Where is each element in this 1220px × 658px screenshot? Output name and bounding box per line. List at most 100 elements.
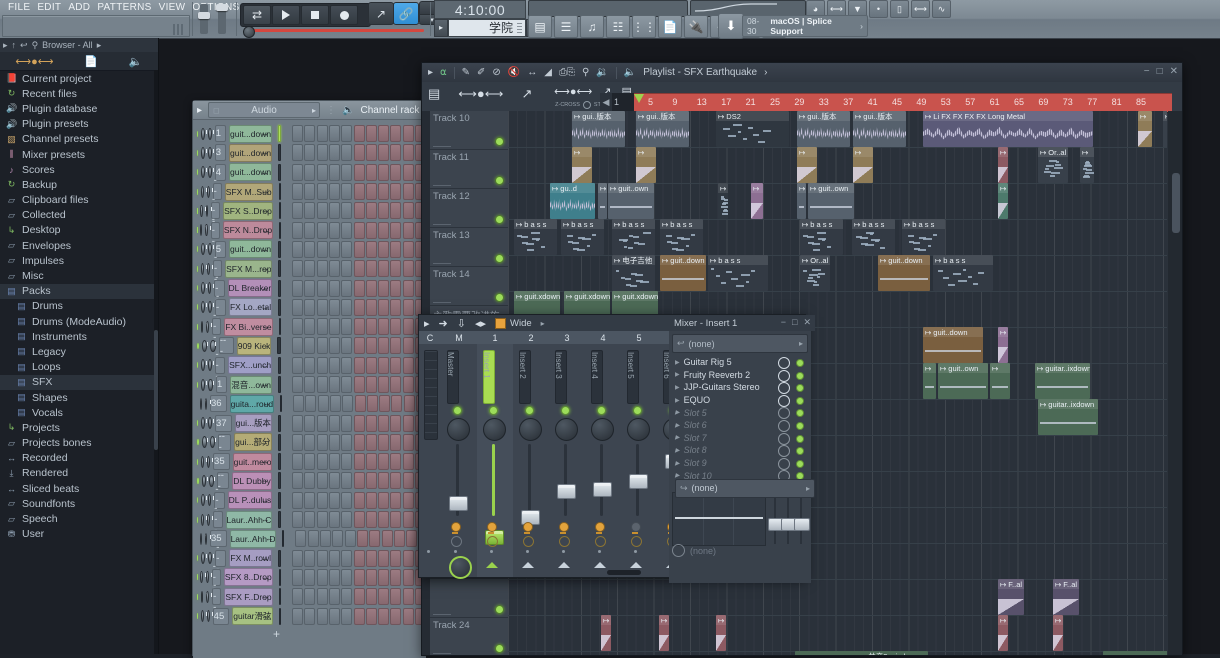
maximize-icon[interactable]: □: [1157, 66, 1163, 77]
mixer-strip-led[interactable]: [525, 406, 534, 415]
step-button[interactable]: [329, 337, 340, 354]
step-button[interactable]: [292, 415, 303, 432]
clip-header[interactable]: ↦gui..版本: [797, 111, 850, 121]
step-button[interactable]: [366, 511, 377, 528]
track-enable-led[interactable]: [495, 215, 504, 224]
step-button[interactable]: [292, 318, 303, 335]
slice-tool-icon[interactable]: ◢: [544, 67, 552, 78]
chevron-right-icon[interactable]: ▸: [3, 40, 8, 51]
step-button[interactable]: [366, 183, 377, 200]
step-sequencer-row[interactable]: [292, 415, 426, 432]
mixer-strip[interactable]: [419, 344, 442, 577]
clip-header[interactable]: ↦: [718, 183, 728, 193]
step-sequencer-row[interactable]: [292, 492, 426, 509]
slip-tool-icon[interactable]: ↔: [527, 67, 537, 78]
browser-item-vocals[interactable]: ▤Vocals: [0, 405, 158, 420]
playlist-track-header[interactable]: Track 11: [430, 150, 508, 189]
channel-volume-knob[interactable]: [208, 494, 212, 506]
step-button[interactable]: [329, 608, 340, 625]
channel-pan-knob[interactable]: [201, 128, 205, 140]
channel-row[interactable]: ---DL Dubby↔: [197, 471, 426, 490]
step-sequencer-row[interactable]: [292, 608, 426, 625]
mute-tool-icon[interactable]: 🔇: [508, 67, 520, 78]
step-button[interactable]: [329, 434, 340, 451]
playlist-track-header[interactable]: Track 14: [430, 267, 508, 306]
channel-volume-knob[interactable]: [208, 379, 212, 391]
channel-row[interactable]: ---gui...部分↔: [197, 433, 426, 452]
step-button[interactable]: [304, 299, 315, 316]
playlist-clip[interactable]: ↦b a s s: [800, 219, 843, 255]
ruler-scroll-left-button[interactable]: ◀: [600, 93, 612, 111]
channel-name-button[interactable]: SFX...unch↔: [228, 356, 272, 374]
step-button[interactable]: [304, 550, 315, 567]
clip-header[interactable]: ↦Or..al: [800, 255, 830, 265]
step-button[interactable]: [403, 241, 414, 258]
browser-item-recorded[interactable]: ↔Recorded: [0, 451, 158, 466]
step-sequencer-row[interactable]: [292, 472, 426, 489]
clip-header[interactable]: ↦b a s s: [933, 255, 993, 265]
step-button[interactable]: [403, 337, 414, 354]
menu-item-patterns[interactable]: PATTERNS: [97, 2, 151, 13]
channel-selector-bar[interactable]: [278, 144, 281, 161]
channel-enable-led[interactable]: [197, 131, 198, 137]
mixer-fader-track[interactable]: [564, 444, 567, 516]
step-button[interactable]: [292, 183, 303, 200]
track-enable-led[interactable]: [495, 293, 504, 302]
clip-header[interactable]: ↦gui..版本: [853, 111, 906, 121]
scrollbar-thumb[interactable]: [154, 330, 158, 450]
clip-header[interactable]: ↦: [828, 651, 846, 655]
playlist-clip[interactable]: ↦guitar..ixdown: [1035, 363, 1090, 399]
step-button[interactable]: [390, 260, 401, 277]
file-tool-icon[interactable]: 📄: [84, 55, 98, 68]
channel-row[interactable]: ---SFX M..Sub↔: [197, 182, 426, 201]
mixer-effect-slot[interactable]: ▶JJP-Guitars Stereo: [672, 381, 808, 394]
mixer-pan-knob[interactable]: [555, 418, 578, 441]
channel-target-mixer-track[interactable]: ---: [213, 511, 222, 528]
clip-header[interactable]: ↦: [998, 183, 1008, 193]
chevron-right-icon[interactable]: ▶: [675, 422, 680, 429]
step-button[interactable]: [292, 280, 303, 297]
playlist-clip[interactable]: ↦: [636, 147, 656, 183]
channel-enable-led[interactable]: [197, 439, 199, 445]
step-button[interactable]: [317, 357, 328, 374]
step-button[interactable]: [341, 357, 352, 374]
step-button[interactable]: [317, 511, 328, 528]
mixer-slot-led[interactable]: [796, 397, 804, 405]
browser-item-collected[interactable]: ▱Collected: [0, 208, 158, 223]
channel-volume-knob[interactable]: [205, 224, 207, 236]
back-icon[interactable]: ↩: [20, 40, 28, 51]
mixer-route-arrow-icon[interactable]: [486, 562, 498, 568]
playlist-clip[interactable]: ↦: [598, 183, 607, 219]
mixer-strip-header[interactable]: 4: [585, 331, 622, 344]
channel-name-button[interactable]: DL P..dulus↔: [228, 491, 273, 509]
step-button[interactable]: [329, 357, 340, 374]
step-button[interactable]: [354, 357, 365, 374]
step-button[interactable]: [341, 453, 352, 470]
clip-header[interactable]: ↦: [636, 147, 656, 157]
mixer-fader-track[interactable]: [528, 444, 531, 516]
step-button[interactable]: [366, 569, 377, 586]
playlist-title-arrow[interactable]: ›: [764, 67, 767, 78]
step-sequencer-row[interactable]: [292, 202, 426, 219]
step-sequencer-row[interactable]: [292, 434, 426, 451]
mixer-fader-cap[interactable]: [593, 482, 612, 497]
channel-row[interactable]: ---FX Lo..etal↔: [197, 298, 426, 317]
chevron-right-icon[interactable]: ▶: [675, 371, 680, 378]
browser-item-drums-modeaudio-[interactable]: ▤Drums (ModeAudio): [0, 314, 158, 329]
step-button[interactable]: [354, 492, 365, 509]
mixer-output-selector[interactable]: ↪ (none) ▸: [675, 479, 815, 498]
step-button[interactable]: [341, 183, 352, 200]
playlist-clip[interactable]: ↦: [1138, 111, 1152, 147]
channel-target-mixer-track[interactable]: ---: [212, 318, 221, 335]
mixer-fader-track[interactable]: [600, 444, 603, 516]
clip-header[interactable]: ↦b a s s: [612, 219, 655, 229]
clip-header[interactable]: ↦: [1136, 651, 1154, 655]
waveform-view-icon[interactable]: ⟷●⟷: [458, 86, 503, 102]
playlist-clip[interactable]: ↦: [998, 147, 1008, 183]
step-button[interactable]: [378, 164, 389, 181]
track-enable-led[interactable]: [495, 605, 504, 614]
channel-pan-knob[interactable]: [200, 571, 203, 583]
link-button[interactable]: 🔗: [393, 2, 419, 25]
step-button[interactable]: [304, 569, 315, 586]
mixer-record-arm-icon[interactable]: ⇩: [457, 317, 466, 330]
